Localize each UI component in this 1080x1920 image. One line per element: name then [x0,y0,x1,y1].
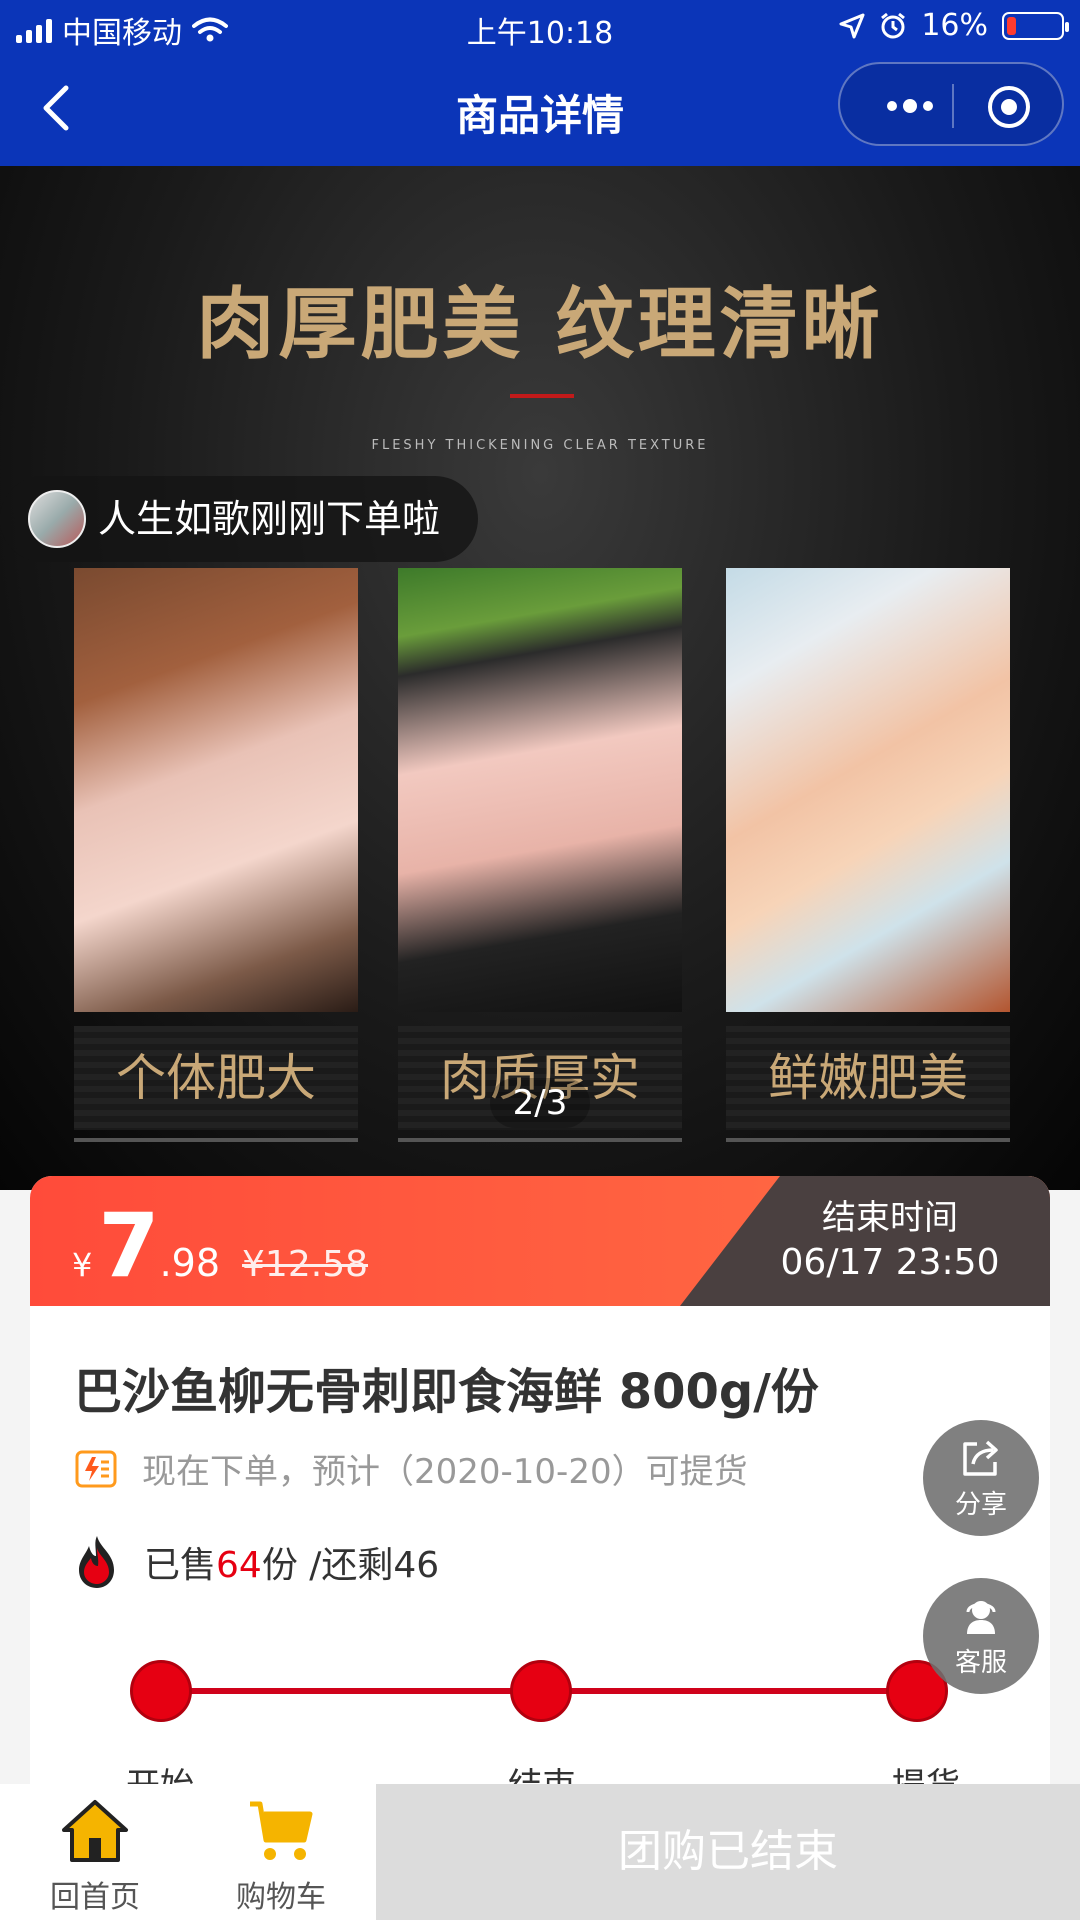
lightning-icon [75,1450,117,1487]
hero-subtitle: FLESHY THICKENING CLEAR TEXTURE [371,438,709,453]
capsule-divider [952,84,954,128]
progress-dot-start [130,1660,192,1722]
top-bar: 中国移动 上午10:18 16% 商品详情 [0,0,1080,166]
headset-icon [966,1601,996,1634]
price-integer: 7 [98,1194,160,1297]
bottom-bar: 回首页 购物车 团购已结束 [0,1784,1080,1920]
price: ¥7.98 ¥12.58 [72,1194,368,1297]
fish-photo [398,568,682,1012]
miniprogram-capsule [838,62,1064,146]
end-time-label: 结束时间 [822,1198,958,1238]
panel-caption: 个体肥大 [74,1026,358,1130]
original-price: ¥12.58 [242,1244,368,1285]
group-buy-progress: 开始 结束 提货 [30,1646,1050,1796]
navigation-bar: 商品详情 [0,54,1080,166]
sold-prefix: 已售 [144,1545,217,1586]
cart-label: 购物车 [236,1880,326,1915]
end-time-value: 06/17 23:50 [780,1242,1000,1283]
home-tab[interactable]: 回首页 [0,1784,190,1920]
cart-tab[interactable]: 购物车 [186,1784,376,1920]
share-icon [963,1440,998,1476]
price-currency: ¥ [72,1246,93,1284]
avatar [28,490,86,548]
fish-photo [74,568,358,1012]
image-panel: 个体肥大 [74,568,358,1168]
fish-photo [726,568,1010,1012]
target-icon[interactable] [986,84,1032,130]
share-button[interactable]: 分享 [923,1420,1039,1536]
customer-service-button[interactable]: 客服 [923,1578,1039,1694]
image-panel: 鲜嫩肥美 [726,568,1010,1168]
progress-dot-end [510,1660,572,1722]
cart-icon [250,1801,313,1860]
sold-info: 已售64份 /还剩46 [74,1534,439,1590]
product-info-card: ¥7.98 ¥12.58 结束时间 06/17 23:50 巴沙鱼柳无骨刺即食海鲜… [30,1176,1050,1796]
battery-icon [1002,11,1069,40]
more-dots-icon[interactable] [870,86,950,126]
product-image-carousel[interactable]: 肉厚肥美 纹理清晰 FLESHY THICKENING CLEAR TEXTUR… [0,166,1080,1190]
carousel-pager: 2/3 [490,1078,590,1128]
location-icon [839,13,865,38]
order-ticker: 人生如歌刚刚下单啦 [0,476,478,562]
pickup-text: 现在下单，预计（2020-10-20）可提货 [142,1452,748,1492]
hero-headline: 肉厚肥美 纹理清晰 [196,279,884,370]
price-decimal: .98 [159,1241,221,1285]
ticker-text: 人生如歌刚刚下单啦 [98,497,441,541]
status-bar: 中国移动 上午10:18 16% [0,0,1080,54]
group-buy-ended-button[interactable]: 团购已结束 [376,1784,1080,1920]
alarm-icon [881,12,906,38]
panel-caption: 鲜嫩肥美 [726,1026,1010,1130]
pickup-info: 现在下单，预计（2020-10-20）可提货 [74,1444,748,1493]
home-label: 回首页 [50,1880,140,1915]
product-title: 巴沙鱼柳无骨刺即食海鲜 800g/份 [74,1364,819,1420]
service-label: 客服 [954,1648,1007,1678]
battery-percent: 16% [921,8,988,43]
sold-count: 64 [216,1545,262,1586]
home-icon [62,1800,128,1862]
share-label: 分享 [954,1490,1007,1520]
sold-suffix: 份 /还剩46 [261,1545,440,1586]
hero-divider [510,394,574,398]
fire-icon [79,1536,114,1588]
